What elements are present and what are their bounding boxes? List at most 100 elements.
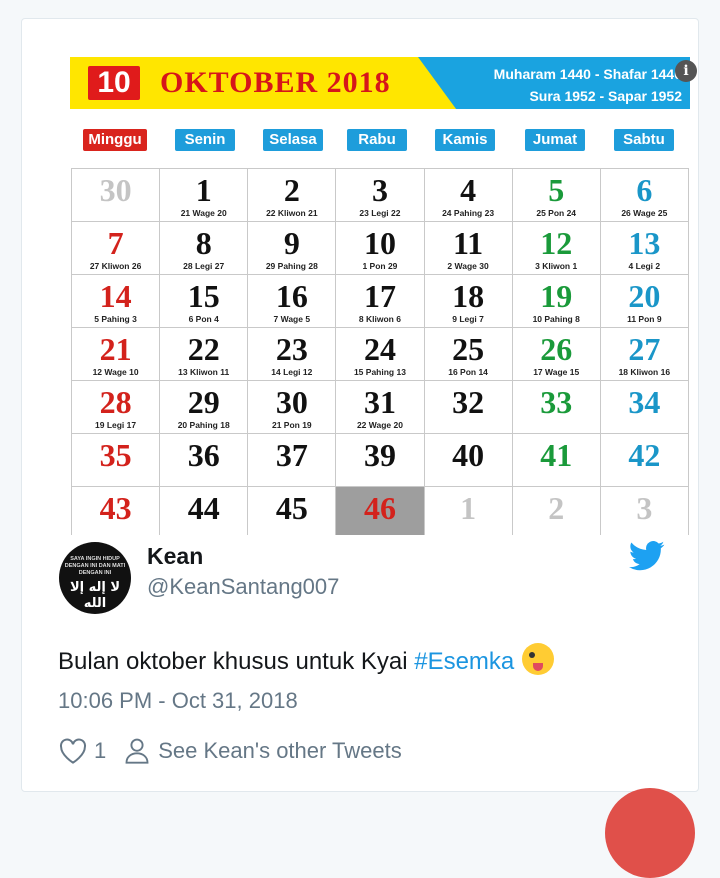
winking-tongue-emoji-icon (522, 643, 555, 675)
calendar-cell: 36 (160, 434, 249, 487)
calendar-date-number: 6 (636, 172, 653, 208)
calendar-cell: 1 (425, 487, 513, 535)
calendar-date-number: 19 (540, 278, 573, 314)
calendar-date-number: 9 (283, 225, 300, 261)
calendar-cell: 44 (160, 487, 249, 535)
calendar-date-number: 22 (187, 331, 220, 367)
calendar-date-number: 1 (460, 490, 477, 526)
calendar-date-number: 7 (107, 225, 124, 261)
tweet-text-body: Bulan oktober khusus untuk Kyai (58, 648, 415, 675)
calendar-date-number: 33 (540, 384, 573, 420)
twitter-bird-icon[interactable] (629, 541, 665, 571)
calendar-date-number: 3 (371, 172, 388, 208)
calendar-date-number: 27 (628, 331, 661, 367)
calendar-cell: 26 17 Wage 15 (512, 328, 601, 381)
calendar-date-number: 16 (275, 278, 308, 314)
hashtag-link[interactable]: #Esemka (414, 648, 514, 675)
calendar-day-badge: 10 (88, 66, 140, 100)
calendar-image[interactable]: 10 OKTOBER 2018 Muharam 1440 - Shafar 14… (50, 39, 698, 535)
like-count[interactable]: 1 (94, 737, 106, 765)
calendar-date-number: 44 (187, 490, 220, 526)
calendar-date-subtext: 27 Kliwon 26 (89, 261, 142, 271)
calendar-cell: 27 18 Kliwon 16 (600, 328, 689, 381)
calendar-date-subtext: 19 Legi 17 (95, 420, 137, 430)
calendar-date-number: 36 (187, 437, 220, 473)
calendar-date-subtext: 23 Legi 22 (359, 208, 401, 218)
calendar-cell: 12 3 Kliwon 1 (512, 222, 601, 275)
day-header-sabtu: Sabtu (614, 129, 674, 151)
author-name[interactable]: Kean (147, 541, 203, 571)
calendar-cell: 23 14 Legi 12 (248, 328, 337, 381)
calendar-date-number: 41 (540, 437, 573, 473)
avatar[interactable]: SAYA INGIN HIDUP DENGAN INI DAN MATI DEN… (59, 542, 131, 614)
calendar-cell: 32 (424, 381, 513, 434)
calendar-cell: 8 28 Legi 27 (160, 222, 249, 275)
calendar-cell: 39 (336, 434, 425, 487)
calendar-cell: 16 7 Wage 5 (248, 275, 337, 328)
calendar-date-subtext: 6 Pon 4 (188, 314, 219, 324)
calendar-cell: 45 (248, 487, 337, 535)
calendar-date-number: 24 (363, 331, 396, 367)
calendar-date-number: 14 (99, 278, 132, 314)
calendar-date-number: 11 (452, 225, 484, 261)
author-handle[interactable]: @KeanSantang007 (147, 573, 339, 601)
calendar-cell: 29 20 Pahing 18 (160, 381, 249, 434)
calendar-date-subtext: 16 Pon 14 (448, 367, 488, 377)
calendar-cell: 5 25 Pon 24 (512, 169, 601, 222)
floating-action-button[interactable] (605, 788, 695, 878)
calendar-date-number: 46 (363, 490, 396, 526)
calendar-cell: 43 (72, 487, 161, 535)
calendar-date-number: 30 (99, 172, 132, 208)
calendar-cell: 30 (72, 169, 161, 222)
calendar-date-subtext: 12 Wage 10 (92, 367, 139, 377)
calendar-date-number: 18 (452, 278, 485, 314)
calendar-alt-dates: Muharam 1440 - Shafar 1440 Sura 1952 - S… (494, 63, 682, 107)
calendar-date-subtext: 3 Kliwon 1 (535, 261, 578, 271)
calendar-date-subtext: 14 Legi 12 (271, 367, 313, 377)
calendar-date-subtext: 15 Pahing 13 (353, 367, 406, 377)
day-header-selasa: Selasa (263, 129, 323, 151)
see-other-tweets-link[interactable]: See Kean's other Tweets (158, 737, 402, 765)
calendar-cell: 34 (600, 381, 689, 434)
hijri-line: Muharam 1440 - Shafar 1440 (493, 66, 682, 82)
calendar-date-subtext: 5 Pahing 3 (94, 314, 137, 324)
day-header-minggu: Minggu (83, 129, 147, 151)
calendar-cell: 20 11 Pon 9 (600, 275, 689, 328)
calendar-date-number: 10 (363, 225, 396, 261)
calendar-cell: 18 9 Legi 7 (424, 275, 513, 328)
calendar-date-number: 37 (275, 437, 308, 473)
calendar-date-subtext: 26 Wage 25 (621, 208, 668, 218)
calendar-date-number: 15 (187, 278, 220, 314)
calendar-grid: 30 1 21 Wage 20 2 22 Kliwon 21 3 23 Legi 22 4 24… (71, 168, 689, 535)
calendar-cell: 24 15 Pahing 13 (336, 328, 425, 381)
calendar-cell: 42 (600, 434, 689, 487)
calendar-cell: 9 29 Pahing 28 (248, 222, 337, 275)
day-header-jumat: Jumat (525, 129, 585, 151)
heart-icon[interactable] (58, 737, 88, 765)
calendar-month-title: OKTOBER 2018 (160, 66, 391, 99)
tweet-text: Bulan oktober khusus untuk Kyai #Esemka (58, 643, 555, 678)
calendar-date-number: 30 (275, 384, 308, 420)
calendar-cell: 30 21 Pon 19 (248, 381, 337, 434)
calendar-date-number: 29 (187, 384, 220, 420)
calendar-cell: 21 12 Wage 10 (72, 328, 161, 381)
calendar-date-subtext: 21 Pon 19 (271, 420, 312, 430)
calendar-cell: 11 2 Wage 30 (424, 222, 513, 275)
info-icon[interactable]: i (675, 60, 697, 82)
calendar-date-number: 2 (548, 490, 565, 526)
tweet-timestamp[interactable]: 10:06 PM - Oct 31, 2018 (58, 687, 298, 715)
person-icon (125, 738, 149, 764)
avatar-caption: SAYA INGIN HIDUP DENGAN INI DAN MATI DEN… (64, 556, 126, 576)
tweet-card[interactable]: 10 OKTOBER 2018 Muharam 1440 - Shafar 14… (21, 18, 699, 792)
calendar-cell: 22 13 Kliwon 11 (160, 328, 249, 381)
calendar-date-subtext: 11 Pon 9 (627, 314, 662, 324)
calendar-cell: 2 (513, 487, 601, 535)
day-header-rabu: Rabu (347, 129, 407, 151)
calendar-date-number: 5 (548, 172, 565, 208)
calendar-cell: 7 27 Kliwon 26 (72, 222, 161, 275)
calendar-cell: 40 (424, 434, 513, 487)
calendar-date-number: 32 (452, 384, 485, 420)
calendar-date-subtext: 4 Legi 2 (628, 261, 661, 271)
calendar-date-subtext: 22 Kliwon 21 (266, 208, 318, 218)
calendar-date-number: 25 (452, 331, 485, 367)
